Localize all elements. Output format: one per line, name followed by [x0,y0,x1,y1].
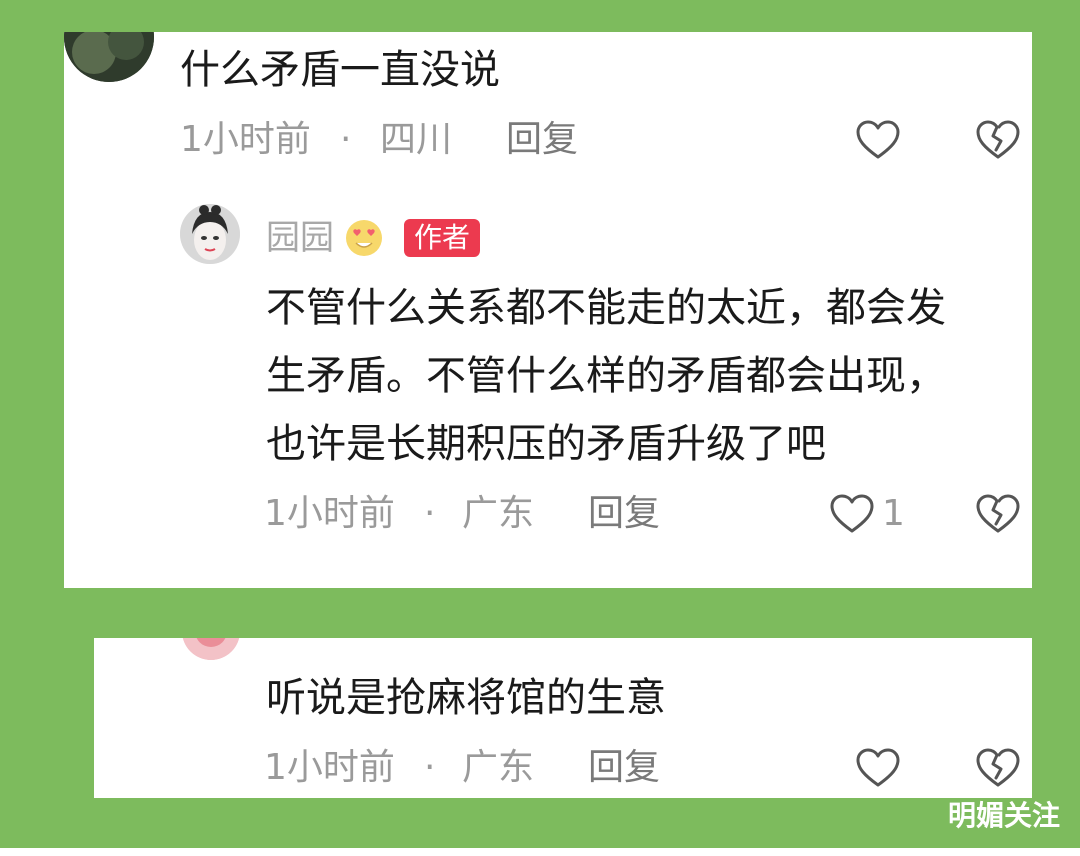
like-count: 1 [882,493,905,534]
reply-button[interactable]: 回复 [506,120,578,160]
heart-eyes-emoji-icon [344,218,384,258]
comment-location: 广东 [462,747,535,788]
comment-text: 什么矛盾一直没说 [180,47,500,93]
author-username[interactable]: 园园 [266,218,334,258]
comment-location: 四川 [380,119,453,160]
reply-text-line-3: 也许是长期积压的矛盾升级了吧 [266,421,826,467]
broken-heart-icon[interactable] [974,744,1022,792]
author-badge: 作者 [404,219,481,257]
comment-card: 听说是抢麻将馆的生意 1小时前 · 广东 回复 [94,638,1032,798]
comment-time: 1小时前 [264,747,395,788]
comment-text: 听说是抢麻将馆的生意 [266,675,666,721]
reply-time: 1小时前 [264,493,395,534]
reply-text-line-2: 生矛盾。不管什么样的矛盾都会出现， [266,353,946,399]
reply-button[interactable]: 回复 [588,494,660,534]
commenter-avatar[interactable] [182,638,240,660]
reply-text-line-1: 不管什么关系都不能走的太近，都会发 [266,285,946,331]
broken-heart-icon[interactable] [974,116,1022,164]
comment-time: 1小时前 [180,119,311,160]
reply-location: 广东 [462,493,535,534]
heart-outline-icon[interactable] [854,116,902,164]
commenter-avatar[interactable] [64,32,154,82]
watermark-text: 明媚关注 [947,799,1060,832]
broken-heart-icon[interactable] [974,490,1022,538]
bottom-divider [0,848,1080,856]
meta-separator: · [424,493,436,534]
heart-outline-icon[interactable] [828,490,876,538]
reply-button[interactable]: 回复 [588,748,660,788]
heart-outline-icon[interactable] [854,744,902,792]
comment-thread-card: 什么矛盾一直没说 1小时前 · 四川 回复 园园 作者 不管什么关系都不能走的太… [64,32,1032,588]
meta-separator: · [424,747,436,788]
author-avatar[interactable] [180,204,240,264]
meta-separator: · [340,119,352,160]
